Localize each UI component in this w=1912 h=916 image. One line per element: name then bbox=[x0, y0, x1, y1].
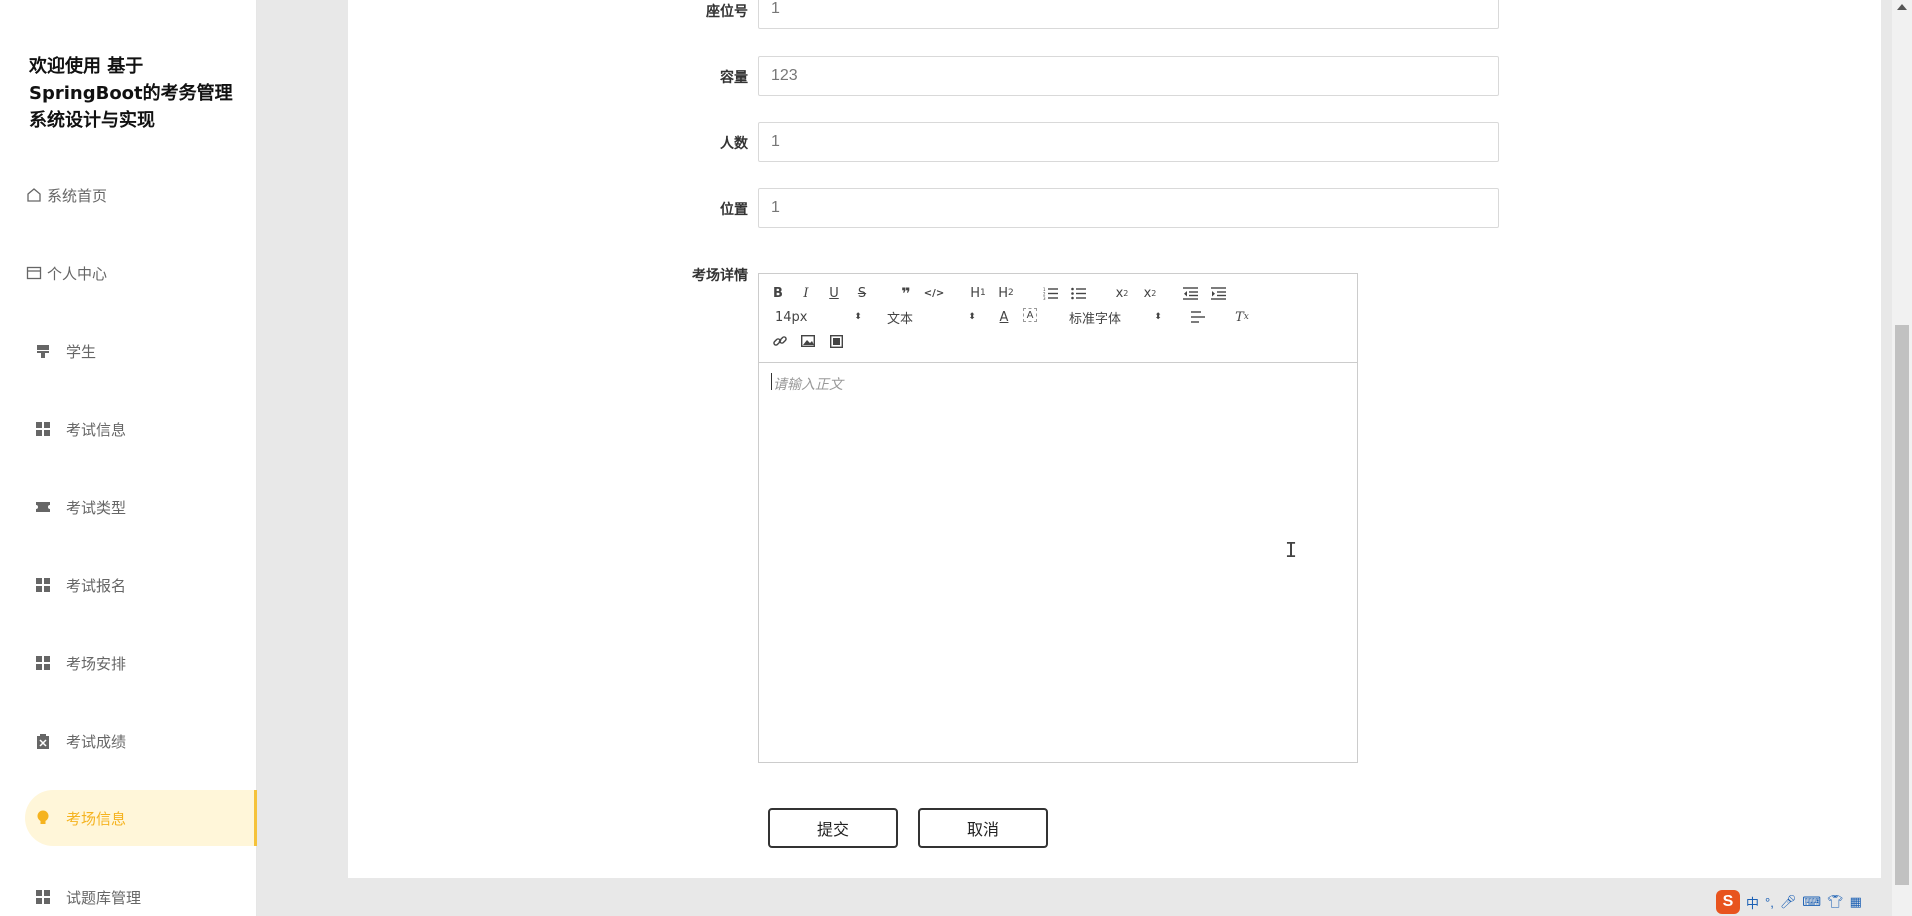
cancel-button[interactable]: 取消 bbox=[918, 808, 1048, 848]
sidebar-item-label: 考试类型 bbox=[66, 498, 127, 517]
rich-text-editor: B I U S ❞ </> H1 H2 123 x2 x2 14px ⬍ 文本 … bbox=[758, 273, 1358, 763]
bulb-icon bbox=[34, 809, 52, 827]
sidebar-item-exam-registration[interactable]: 考试报名 bbox=[34, 557, 266, 613]
sidebar-item-label: 考场安排 bbox=[66, 654, 127, 673]
font-size-chevron-icon: ⬍ bbox=[854, 312, 862, 322]
heading2-icon[interactable]: H2 bbox=[995, 284, 1017, 302]
scrollbar-thumb[interactable] bbox=[1895, 325, 1909, 885]
location-input[interactable]: 1 bbox=[758, 188, 1499, 228]
ime-toolbar: S 中 °, 🎤︎ ⌨ 👕︎ ▦ bbox=[1716, 888, 1862, 916]
image-icon[interactable] bbox=[799, 332, 817, 350]
background-color-icon[interactable]: A bbox=[1023, 308, 1037, 322]
sidebar-item-label: 学生 bbox=[66, 342, 97, 361]
sidebar: 欢迎使用 基于SpringBoot的考务管理系统设计与实现 系统首页 个人中心 … bbox=[0, 0, 257, 916]
sidebar-item-exam-arrangement[interactable]: 考场安排 bbox=[34, 635, 266, 691]
code-block-icon[interactable]: </> bbox=[924, 284, 944, 302]
sidebar-item-question-bank[interactable]: 试题库管理 bbox=[34, 869, 266, 916]
people-count-input[interactable]: 1 bbox=[758, 122, 1499, 162]
capacity-label: 容量 bbox=[720, 70, 748, 86]
sidebar-item-exam-scores[interactable]: 考试成绩 bbox=[34, 713, 266, 769]
sidebar-item-exam-room-info[interactable]: 考场信息 bbox=[25, 790, 257, 846]
sidebar-item-profile[interactable]: 个人中心 bbox=[25, 245, 257, 301]
microphone-icon[interactable]: 🎤︎ bbox=[1780, 894, 1797, 910]
sidebar-item-students[interactable]: 学生 bbox=[34, 323, 266, 379]
outdent-icon[interactable] bbox=[1181, 284, 1199, 302]
editor-toolbar: B I U S ❞ </> H1 H2 123 x2 x2 14px ⬍ 文本 … bbox=[759, 274, 1357, 363]
indent-icon[interactable] bbox=[1209, 284, 1227, 302]
sogou-logo-icon[interactable]: S bbox=[1716, 890, 1740, 914]
sidebar-item-label: 考试报名 bbox=[66, 576, 127, 595]
clipboard-icon bbox=[34, 732, 52, 750]
sidebar-item-exam-type[interactable]: 考试类型 bbox=[34, 479, 266, 535]
superscript-icon[interactable]: x2 bbox=[1139, 284, 1161, 302]
skin-icon[interactable]: 👕︎ bbox=[1827, 894, 1844, 910]
grid-icon bbox=[34, 420, 52, 438]
link-icon[interactable] bbox=[771, 332, 789, 350]
main-panel: 座位号 1 容量 123 人数 1 位置 1 考场详情 B I U S ❞ </… bbox=[348, 0, 1881, 878]
home-icon bbox=[25, 186, 43, 204]
ime-mode[interactable]: 中 bbox=[1746, 893, 1759, 912]
sidebar-item-label: 系统首页 bbox=[47, 186, 108, 205]
video-icon[interactable] bbox=[827, 332, 845, 350]
blockquote-icon[interactable]: ❞ bbox=[897, 284, 915, 303]
font-family-chevron-icon: ⬍ bbox=[1154, 312, 1162, 322]
ticket-icon bbox=[34, 498, 52, 516]
heading1-icon[interactable]: H1 bbox=[967, 284, 989, 302]
sidebar-item-label: 考试信息 bbox=[66, 420, 127, 439]
seat-label: 座位号 bbox=[706, 4, 748, 20]
scroll-up-arrow-icon[interactable] bbox=[1897, 4, 1907, 10]
strikethrough-icon[interactable]: S bbox=[853, 284, 871, 302]
subscript-icon[interactable]: x2 bbox=[1111, 284, 1133, 302]
location-label: 位置 bbox=[720, 202, 748, 218]
editor-placeholder[interactable]: 请输入正文 bbox=[773, 374, 843, 394]
sidebar-item-exam-info[interactable]: 考试信息 bbox=[34, 401, 266, 457]
text-caret bbox=[771, 373, 772, 390]
grid-icon bbox=[34, 576, 52, 594]
font-size-select[interactable]: 14px bbox=[775, 308, 808, 326]
sidebar-item-label: 考试成绩 bbox=[66, 732, 127, 751]
svg-text:3: 3 bbox=[1043, 296, 1046, 300]
punctuation-icon[interactable]: °, bbox=[1765, 895, 1774, 910]
sidebar-item-home[interactable]: 系统首页 bbox=[25, 167, 257, 223]
text-cursor-icon: I bbox=[1285, 538, 1298, 562]
sidebar-item-label: 试题库管理 bbox=[66, 888, 142, 907]
underline-icon[interactable]: U bbox=[825, 284, 843, 302]
clear-format-icon[interactable]: Tx bbox=[1233, 308, 1251, 326]
card-icon bbox=[25, 264, 43, 282]
sidebar-item-label: 个人中心 bbox=[47, 264, 108, 283]
app-title: 欢迎使用 基于SpringBoot的考务管理系统设计与实现 bbox=[29, 56, 233, 131]
block-type-chevron-icon: ⬍ bbox=[968, 312, 976, 322]
font-color-icon[interactable]: A bbox=[995, 308, 1013, 326]
grid-icon bbox=[34, 654, 52, 672]
italic-icon[interactable]: I bbox=[797, 284, 815, 302]
block-type-select[interactable]: 文本 bbox=[887, 308, 913, 327]
detail-label: 考场详情 bbox=[692, 268, 748, 284]
font-family-select[interactable]: 标准字体 bbox=[1069, 308, 1121, 327]
keyboard-icon[interactable]: ⌨ bbox=[1802, 894, 1821, 910]
page-scrollbar[interactable] bbox=[1892, 0, 1912, 916]
submit-button[interactable]: 提交 bbox=[768, 808, 898, 848]
seat-number-input[interactable]: 1 bbox=[758, 0, 1499, 29]
capacity-input[interactable]: 123 bbox=[758, 56, 1499, 96]
app-window: 欢迎使用 基于SpringBoot的考务管理系统设计与实现 系统首页 个人中心 … bbox=[0, 0, 1912, 916]
flag-icon bbox=[34, 342, 52, 360]
sidebar-item-label: 考场信息 bbox=[66, 809, 127, 828]
toolbox-icon[interactable]: ▦ bbox=[1850, 894, 1862, 910]
grid-icon bbox=[34, 888, 52, 906]
align-left-icon[interactable] bbox=[1189, 308, 1207, 326]
bullet-list-icon[interactable] bbox=[1069, 284, 1087, 302]
people-label: 人数 bbox=[720, 136, 748, 152]
ordered-list-icon[interactable]: 123 bbox=[1041, 284, 1059, 302]
bold-icon[interactable]: B bbox=[769, 284, 787, 302]
